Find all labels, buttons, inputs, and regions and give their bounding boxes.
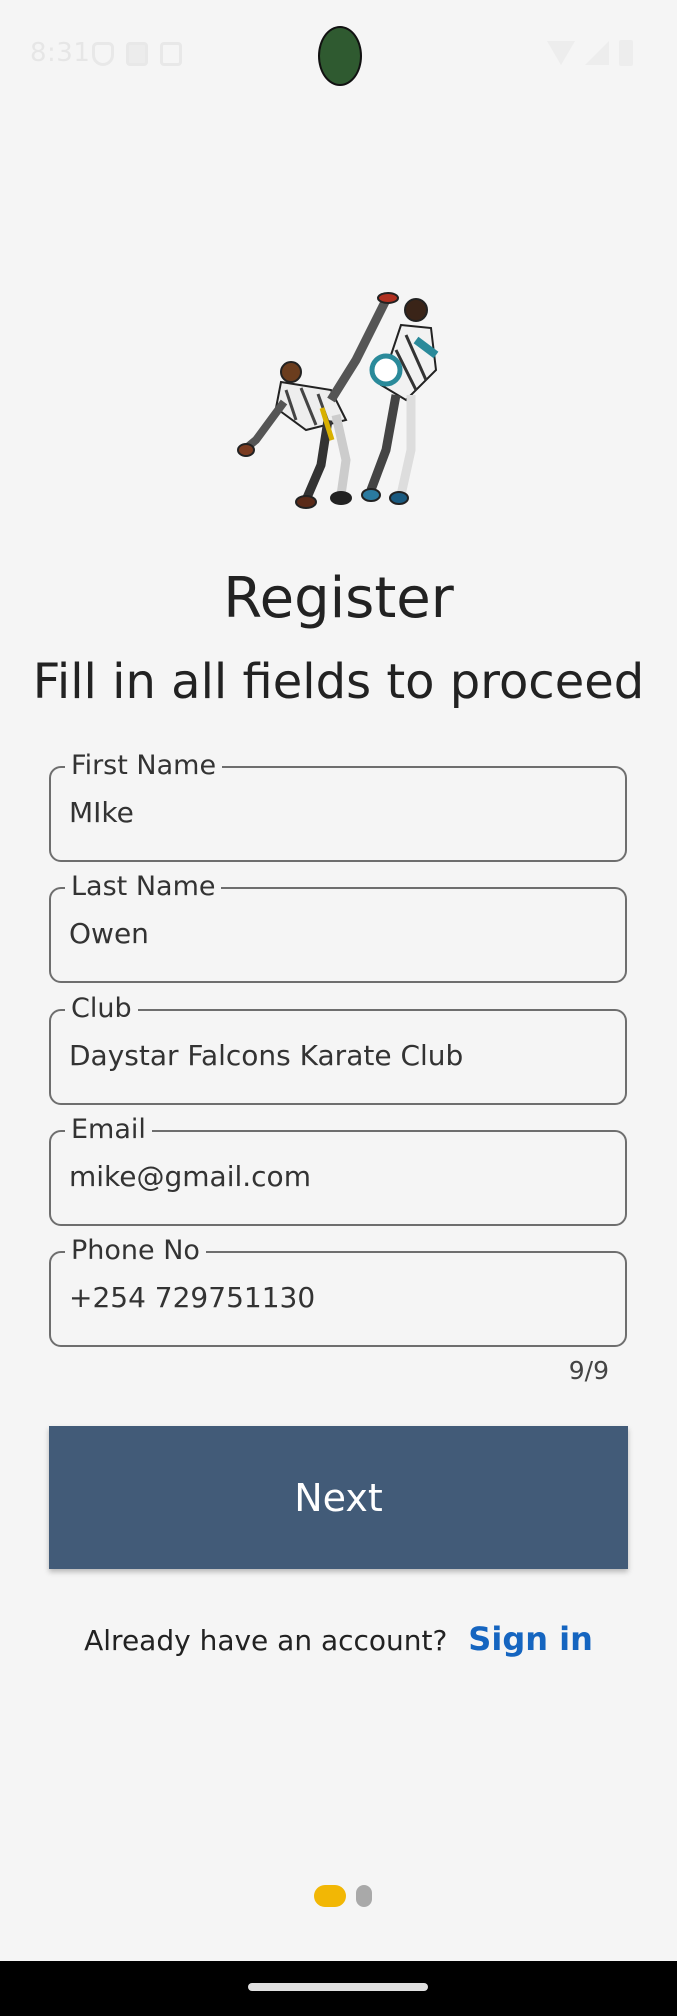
page-dot (356, 1885, 372, 1907)
last-name-value[interactable]: Owen (69, 917, 149, 950)
battery-icon (619, 40, 633, 66)
page-dot-active (314, 1885, 346, 1907)
last-name-label: Last Name (65, 871, 222, 903)
home-gesture-handle[interactable] (248, 1983, 428, 1991)
signal-icon (585, 41, 609, 65)
last-name-field[interactable]: Last Name Owen (49, 871, 627, 983)
phone-value[interactable]: +254 729751130 (69, 1281, 315, 1314)
sim-card-icon (126, 42, 148, 66)
navigation-bar (0, 1961, 677, 2016)
notification-icons (92, 42, 182, 66)
email-label: Email (65, 1114, 152, 1146)
signin-prompt: Already have an account? (84, 1624, 448, 1657)
club-label: Club (65, 993, 138, 1025)
page-title: Register (223, 566, 454, 631)
next-button[interactable]: Next (49, 1426, 628, 1569)
karate-illustration (237, 292, 439, 509)
camera-cutout (318, 26, 362, 86)
shield-icon (92, 42, 114, 66)
email-value[interactable]: mike@gmail.com (69, 1160, 311, 1193)
club-field[interactable]: Club Daystar Falcons Karate Club (49, 993, 627, 1105)
phone-label: Phone No (65, 1235, 206, 1267)
club-value[interactable]: Daystar Falcons Karate Club (69, 1039, 463, 1072)
email-field[interactable]: Email mike@gmail.com (49, 1114, 627, 1226)
status-bar: 8:31 (0, 0, 677, 110)
first-name-label: First Name (65, 750, 223, 782)
wifi-icon (547, 41, 575, 65)
notification-icon (160, 42, 182, 66)
page-indicator (314, 1885, 372, 1907)
status-time: 8:31 (30, 38, 91, 68)
phone-field[interactable]: Phone No +254 729751130 (49, 1235, 627, 1347)
page-subtitle: Fill in all fields to proceed (32, 654, 645, 710)
signin-row: Already have an account? Sign in (0, 1620, 677, 1658)
signin-link[interactable]: Sign in (468, 1620, 593, 1658)
system-icons (547, 40, 633, 66)
first-name-field[interactable]: First Name MIke (49, 750, 627, 862)
first-name-value[interactable]: MIke (69, 796, 134, 829)
phone-character-counter: 9/9 (568, 1356, 609, 1385)
